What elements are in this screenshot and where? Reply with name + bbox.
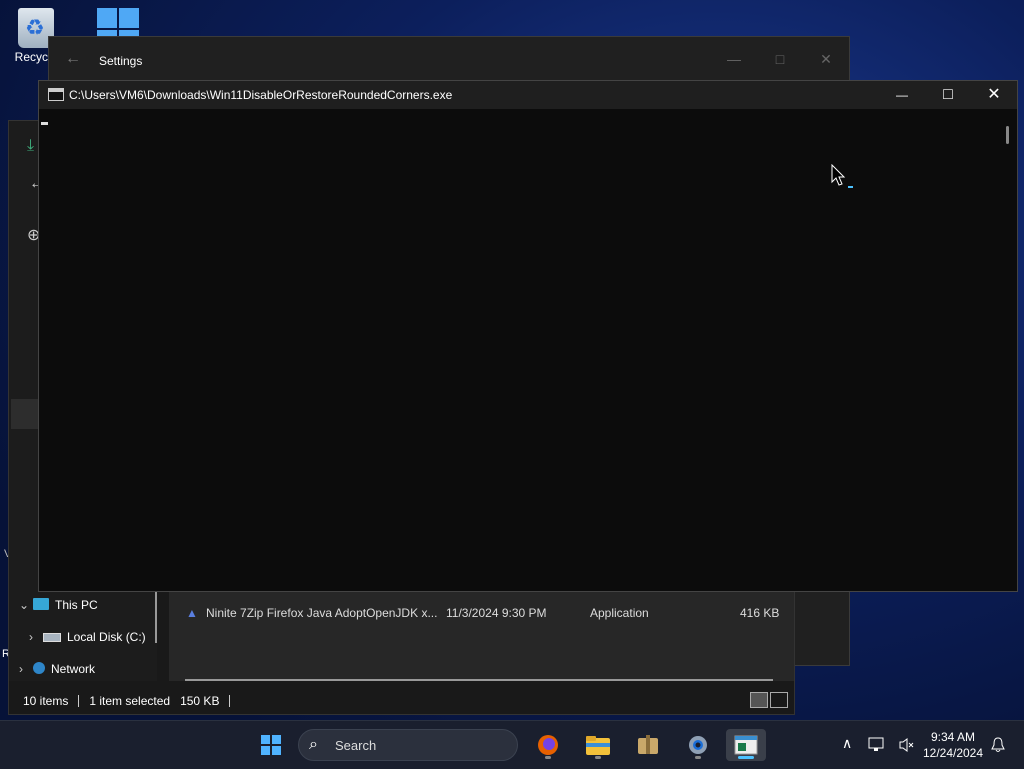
installer-icon: ▲ [186,606,198,620]
notification-bell-icon[interactable] [990,737,1006,753]
running-indicator [595,756,601,759]
back-arrow-icon[interactable]: ← [65,50,81,68]
minimize-button[interactable]: — [711,44,757,74]
running-indicator [545,756,551,759]
network-icon [33,662,45,674]
tree-item-label: This PC [55,598,98,612]
tree-item-local-disk[interactable]: › Local Disk (C:) [29,630,146,644]
status-bar: 10 items 1 item selected 150 KB [23,694,240,708]
computer-icon [33,598,49,610]
taskbar-app-firefox[interactable] [528,729,568,761]
horizontal-scrollbar[interactable] [185,679,773,681]
tree-item-label: Local Disk (C:) [67,630,146,644]
windows-logo-icon [261,735,281,755]
taskbar: ⌕ Search ∧ 9:34 AM 12/24/2024 [0,720,1024,769]
file-size: 416 KB [740,606,780,620]
tiles-view-button[interactable] [770,692,788,708]
show-hidden-icons-chevron[interactable]: ∧ [842,735,852,752]
table-row[interactable]: ▲ Ninite 7Zip Firefox Java AdoptOpenJDK … [186,605,786,623]
taskbar-app-archive[interactable] [628,729,668,761]
tree-item-this-pc[interactable]: ⌄ This PC [19,598,98,612]
archive-icon [638,735,658,754]
taskbar-app-file-explorer[interactable] [578,729,618,761]
folder-icon [586,736,610,755]
clock-date: 12/24/2024 [922,746,984,760]
start-button[interactable] [251,729,291,761]
minimize-button[interactable]: — [879,81,925,109]
taskbar-clock[interactable]: 9:34 AM 12/24/2024 [918,729,988,761]
taskbar-app-settings[interactable] [678,729,718,761]
details-view-button[interactable] [750,692,768,708]
item-count: 10 items [23,694,69,708]
active-indicator [738,756,754,759]
taskbar-app-terminal[interactable] [726,729,766,761]
file-date: 11/3/2024 9:30 PM [446,606,547,620]
console-app-icon [48,88,64,101]
mouse-pointer-icon [831,164,853,188]
console-window[interactable]: C:\Users\VM6\Downloads\Win11DisableOrRes… [38,80,1018,592]
chevron-down-icon[interactable]: ⌄ [19,598,33,612]
chevron-right-icon[interactable]: › [19,662,33,676]
sidebar-scrollbar[interactable] [155,591,157,643]
maximize-button[interactable]: □ [757,44,803,74]
tree-item-label: Network [51,662,96,676]
close-button[interactable]: ✕ [803,44,849,74]
search-placeholder: Search [335,738,377,753]
gear-icon [689,736,707,754]
running-indicator [695,756,701,759]
drive-icon [43,633,61,642]
network-status-icon[interactable] [868,737,886,753]
tree-item-network[interactable]: › Network [19,662,95,676]
download-icon: ⤓ [27,137,35,154]
text-cursor [41,122,48,125]
console-title-bar[interactable]: C:\Users\VM6\Downloads\Win11DisableOrRes… [39,81,1017,109]
firefox-icon [538,735,558,755]
file-name: Ninite 7Zip Firefox Java AdoptOpenJDK x.… [206,606,438,620]
selection-count: 1 item selected [89,694,171,708]
console-window-title: C:\Users\VM6\Downloads\Win11DisableOrRes… [69,88,453,102]
console-app-icon [734,735,758,755]
nav-selection-highlight [11,399,41,429]
search-icon: ⌕ [309,736,318,753]
selection-size: 150 KB [180,694,220,708]
chevron-right-icon[interactable]: › [29,630,43,644]
volume-muted-icon[interactable] [898,737,916,753]
console-scrollbar[interactable] [1006,126,1009,144]
close-button[interactable]: ✕ [971,81,1017,109]
file-type: Application [590,606,649,620]
maximize-button[interactable]: □ [925,81,971,109]
clock-time: 9:34 AM [930,730,976,744]
settings-window-title: Settings [99,54,143,68]
taskbar-search-box[interactable]: ⌕ Search [298,729,518,761]
